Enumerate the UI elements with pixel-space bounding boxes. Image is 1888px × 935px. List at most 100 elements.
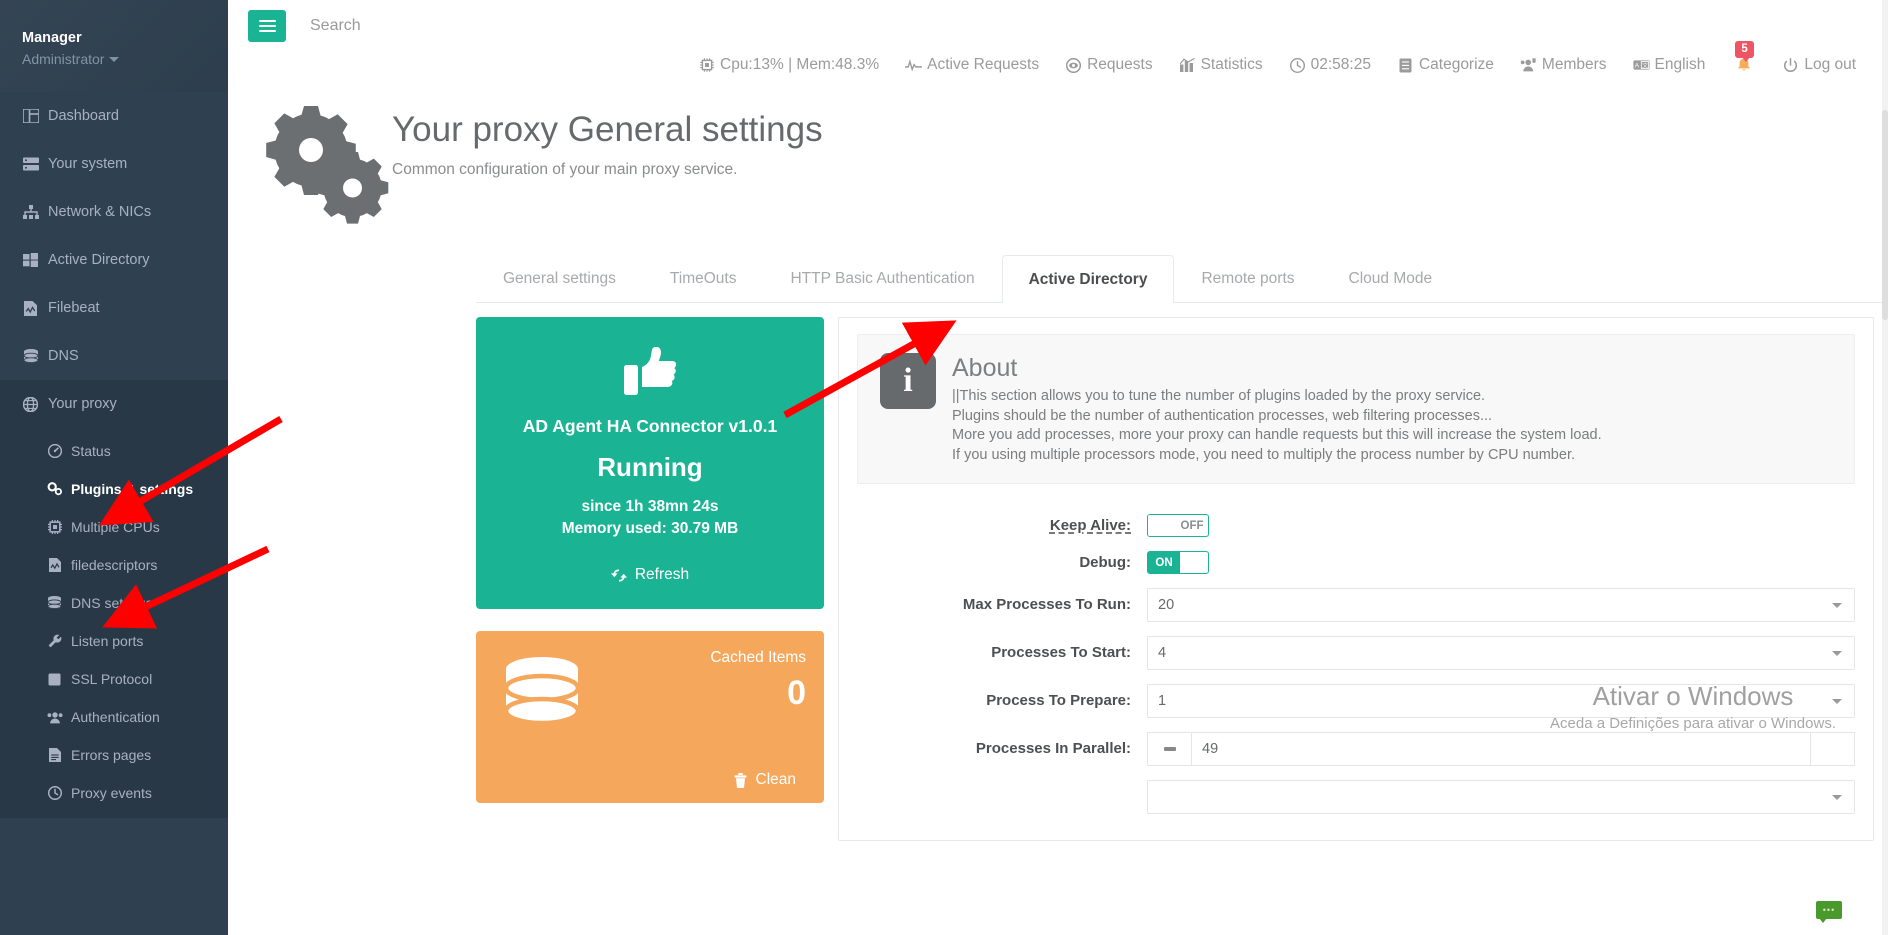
sidebar-item-active-directory[interactable]: Active Directory [0, 236, 228, 284]
sidebar-subitem-label: filedescriptors [71, 555, 157, 575]
power-icon [1782, 58, 1799, 73]
sidebar-subitem-label: Plugins & settings [71, 479, 193, 499]
server-icon [22, 157, 39, 171]
about-text: About ||This section allows you to tune … [952, 353, 1602, 465]
agent-state: Running [490, 450, 810, 484]
processes-in-parallel-label: Processes In Parallel: [857, 738, 1147, 760]
max-processes-row: Max Processes To Run: 20 [857, 588, 1855, 622]
eye-circle-icon [1065, 58, 1082, 73]
processes-in-parallel-value[interactable]: 49 [1191, 732, 1811, 766]
sidebar-subitem-multiple-cpus[interactable]: Multiple CPUs [0, 508, 228, 546]
about-line-1: ||This section allows you to tune the nu… [952, 387, 1602, 407]
sidebar-item-network-nics[interactable]: Network & NICs [0, 188, 228, 236]
tabs-divider [476, 302, 1888, 303]
debug-toggle[interactable]: ON [1147, 551, 1209, 574]
active-requests-link[interactable]: Active Requests [905, 56, 1039, 74]
sidebar-subitem-listen-ports[interactable]: Listen ports [0, 622, 228, 660]
pulse-icon [905, 58, 922, 72]
sidebar-item-your-system[interactable]: Your system [0, 140, 228, 188]
tab-remote-ports[interactable]: Remote ports [1174, 254, 1321, 302]
trash-icon [732, 773, 749, 788]
database-icon [22, 349, 39, 364]
sidebar-profile[interactable]: Manager Administrator [0, 0, 228, 92]
keep-alive-state: OFF [1176, 515, 1208, 536]
tab-http-basic-authentication[interactable]: HTTP Basic Authentication [763, 254, 1001, 302]
cpu-mem-stat[interactable]: Cpu:13% | Mem:48.3% [698, 56, 879, 74]
sidebar-subitem-plugins-settings[interactable]: Plugins & settings [0, 470, 228, 508]
about-line-3: More you add processes, more your proxy … [952, 426, 1602, 446]
chart-icon [1179, 58, 1196, 72]
categorize-link[interactable]: Categorize [1397, 56, 1494, 74]
sidebar-subitem-label: Authentication [71, 707, 160, 727]
tab-general-settings[interactable]: General settings [476, 254, 643, 302]
statistics-label: Statistics [1201, 56, 1263, 74]
tab-cloud-mode[interactable]: Cloud Mode [1322, 254, 1460, 302]
sidebar-item-dns[interactable]: DNS [0, 332, 228, 380]
tabs: General settings TimeOuts HTTP Basic Aut… [476, 254, 1888, 302]
search-input[interactable]: Search [310, 17, 361, 35]
sidebar-subitem-label: Listen ports [71, 631, 143, 651]
debug-state: ON [1148, 552, 1180, 573]
app-root: Manager Administrator Dashboard Your sys… [0, 0, 1888, 935]
thumbs-up-icon [624, 347, 676, 402]
process-to-prepare-select[interactable]: 1 [1147, 684, 1855, 718]
max-processes-select[interactable]: 20 [1147, 588, 1855, 622]
sidebar-subitem-errors-pages[interactable]: Errors pages [0, 736, 228, 774]
about-line-2: Plugins should be the number of authenti… [952, 407, 1602, 427]
increment-button[interactable] [1811, 732, 1855, 766]
clean-label: Clean [756, 771, 797, 789]
sidebar-subitem-filedescriptors[interactable]: filedescriptors [0, 546, 228, 584]
agent-uptime: since 1h 38mn 24s [490, 496, 810, 518]
sidebar-item-your-proxy[interactable]: Your proxy [0, 380, 228, 428]
process-to-prepare-value: 1 [1158, 693, 1166, 709]
requests-link[interactable]: Requests [1065, 56, 1152, 74]
decrement-button[interactable] [1147, 732, 1191, 766]
sidebar-item-label: Dashboard [48, 106, 119, 126]
statistics-link[interactable]: Statistics [1179, 56, 1263, 74]
sidebar-item-dashboard[interactable]: Dashboard [0, 92, 228, 140]
cogs-icon [46, 482, 63, 496]
extra-field-row [857, 780, 1855, 814]
settings-form: Keep Alive: OFF Debug: ON [857, 514, 1855, 814]
logout-link[interactable]: Log out [1782, 56, 1856, 74]
ime-indicator-icon[interactable]: ••• [1816, 901, 1842, 919]
sidebar-subitem-dns-settings[interactable]: DNS settings [0, 584, 228, 622]
requests-label: Requests [1087, 56, 1152, 74]
notifications-bell[interactable]: 5 [1731, 57, 1756, 74]
chevron-down-icon [109, 57, 119, 62]
refresh-button[interactable]: Refresh [611, 566, 689, 584]
file-chart-icon [46, 558, 63, 572]
clean-cache-button[interactable]: Clean [732, 771, 797, 789]
page-header-text: Your proxy General settings Common confi… [392, 94, 823, 179]
language-label: English [1655, 56, 1706, 74]
tab-active-directory[interactable]: Active Directory [1002, 255, 1175, 303]
language-link[interactable]: A文 English [1633, 56, 1706, 74]
processes-to-start-select[interactable]: 4 [1147, 636, 1855, 670]
categorize-label: Categorize [1419, 56, 1494, 74]
process-to-prepare-label: Process To Prepare: [857, 690, 1147, 712]
sidebar-subitem-proxy-events[interactable]: Proxy events [0, 774, 228, 812]
tab-timeouts[interactable]: TimeOuts [643, 254, 764, 302]
sidebar-item-filebeat[interactable]: Filebeat [0, 284, 228, 332]
sidebar: Manager Administrator Dashboard Your sys… [0, 0, 228, 935]
sidebar-subnav: Status Plugins & settings Multiple CPUs … [0, 428, 228, 818]
uptime-label: 02:58:25 [1311, 56, 1371, 74]
sidebar-subitem-ssl-protocol[interactable]: SSL Protocol [0, 660, 228, 698]
uptime-stat[interactable]: 02:58:25 [1289, 56, 1371, 74]
chevron-down-icon [1832, 651, 1842, 656]
sidebar-subitem-label: Multiple CPUs [71, 517, 160, 537]
chevron-down-icon [1832, 699, 1842, 704]
toggle-knob [1148, 515, 1176, 536]
clock-icon [46, 786, 63, 800]
extra-field-select[interactable] [1147, 780, 1855, 814]
profile-name: Manager [22, 28, 228, 48]
hamburger-icon[interactable] [248, 10, 286, 42]
scrollbar-thumb[interactable] [1882, 110, 1888, 320]
sidebar-subitem-status[interactable]: Status [0, 432, 228, 470]
processes-to-start-value: 4 [1158, 645, 1166, 661]
debug-row: Debug: ON [857, 551, 1855, 574]
profile-role[interactable]: Administrator [22, 48, 228, 70]
members-link[interactable]: Members [1520, 56, 1607, 74]
keep-alive-toggle[interactable]: OFF [1147, 514, 1209, 537]
sidebar-subitem-authentication[interactable]: Authentication [0, 698, 228, 736]
